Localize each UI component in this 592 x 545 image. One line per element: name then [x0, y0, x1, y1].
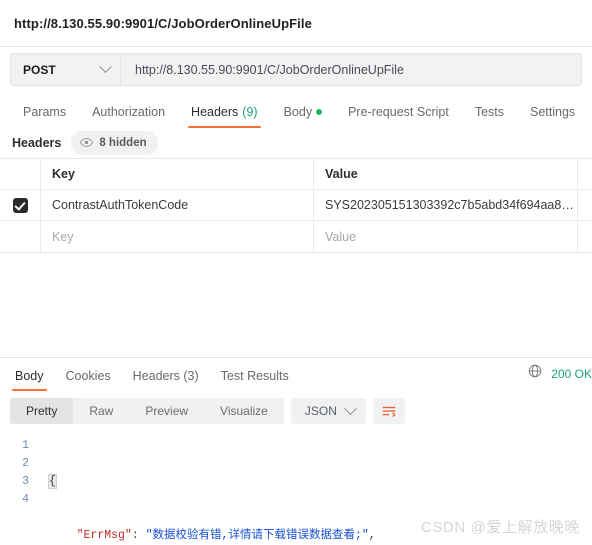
wrap-text-button[interactable] — [372, 398, 405, 424]
json-colon: : — [131, 529, 146, 542]
view-mode-preview[interactable]: Preview — [129, 398, 204, 424]
response-tab-body[interactable]: Body — [4, 369, 55, 391]
http-method-label: POST — [23, 62, 56, 77]
response-tab-test-results[interactable]: Test Results — [210, 369, 300, 391]
request-tabs: Params Authorization Headers (9) Body Pr… — [0, 92, 592, 128]
request-url-row: POST http://8.130.55.90:9901/C/JobOrderO… — [0, 47, 592, 92]
tab-body[interactable]: Body — [271, 105, 336, 128]
view-mode-visualize[interactable]: Visualize — [204, 398, 284, 424]
eye-icon — [80, 134, 94, 152]
tab-headers-label: Headers — [191, 105, 239, 119]
csdn-watermark: CSDN @爱上解放晚晚 — [420, 519, 580, 536]
tab-authorization-label: Authorization — [92, 105, 166, 119]
line-number-gutter: 1 2 3 4 — [0, 437, 40, 545]
column-header-value: Value — [314, 159, 578, 189]
headers-table-header-row: Key Value — [0, 159, 592, 190]
header-value-input-placeholder[interactable]: Value — [314, 221, 578, 252]
header-key-cell[interactable]: ContrastAuthTokenCode — [41, 190, 314, 220]
header-value-cell[interactable]: SYS202305151303392c7b5abd34f694aa8… — [314, 190, 578, 220]
checkbox-checked-icon — [12, 197, 28, 213]
tab-tests[interactable]: Tests — [462, 105, 517, 128]
tab-pre-request-script[interactable]: Pre-request Script — [335, 105, 462, 128]
http-method-select[interactable]: POST — [10, 53, 120, 86]
globe-icon — [528, 364, 542, 383]
json-key-errmsg: "ErrMsg" — [76, 529, 132, 542]
json-line-1: { — [48, 473, 592, 491]
hidden-headers-toggle[interactable]: 8 hidden — [71, 131, 158, 155]
body-modified-dot-icon — [316, 109, 323, 115]
response-viewer-toolbar: Pretty Raw Preview Visualize JSON — [0, 391, 592, 431]
header-description-cell[interactable] — [578, 190, 592, 220]
header-description-input-placeholder[interactable] — [578, 221, 592, 252]
tab-headers[interactable]: Headers (9) — [178, 105, 271, 128]
tab-params[interactable]: Params — [10, 105, 79, 128]
line-number: 1 — [22, 439, 29, 452]
line-number: 3 — [22, 475, 29, 488]
tab-params-label: Params — [23, 105, 67, 119]
tab-settings[interactable]: Settings — [517, 105, 588, 128]
header-enabled-checkbox[interactable] — [0, 190, 41, 220]
window-titlebar: http://8.130.55.90:9901/C/JobOrderOnline… — [0, 0, 592, 47]
response-status-area: 200 OK — [528, 364, 592, 383]
hidden-headers-count: 8 hidden — [99, 137, 147, 149]
response-tab-headers[interactable]: Headers (3) — [122, 369, 210, 391]
header-enabled-checkbox-empty[interactable] — [0, 221, 41, 252]
headers-subbar: Headers 8 hidden — [0, 128, 592, 158]
table-row[interactable]: Key Value — [0, 221, 592, 252]
tab-body-label: Body — [283, 105, 313, 119]
line-number: 2 — [22, 457, 29, 470]
page-title: http://8.130.55.90:9901/C/JobOrderOnline… — [14, 15, 312, 31]
json-value-errmsg: "数据校验有错,详情请下载错误数据查看;" — [145, 529, 369, 542]
view-mode-pretty[interactable]: Pretty — [10, 398, 74, 424]
response-format-label: JSON — [304, 404, 337, 418]
response-tabs: Body Cookies Headers (3) Test Results 20… — [0, 358, 592, 391]
headers-section-label: Headers — [12, 136, 62, 150]
tab-authorization[interactable]: Authorization — [79, 105, 178, 128]
chevron-down-icon — [344, 401, 357, 415]
postman-window: http://8.130.55.90:9901/C/JobOrderOnline… — [0, 0, 592, 545]
tab-pre-request-script-label: Pre-request Script — [348, 105, 449, 119]
json-comma: , — [368, 529, 376, 542]
tab-headers-count: (9) — [242, 105, 258, 119]
tab-settings-label: Settings — [530, 105, 576, 119]
header-row-check-column — [0, 159, 41, 189]
headers-table: Key Value ContrastAuthTokenCode SYS20230… — [0, 158, 592, 253]
header-key-input-placeholder[interactable]: Key — [41, 221, 314, 252]
request-url-input[interactable]: http://8.130.55.90:9901/C/JobOrderOnline… — [120, 53, 582, 86]
view-mode-raw[interactable]: Raw — [73, 398, 129, 424]
response-tab-cookies[interactable]: Cookies — [55, 369, 122, 391]
table-row[interactable]: ContrastAuthTokenCode SYS202305151303392… — [0, 190, 592, 221]
column-header-description — [578, 159, 592, 189]
status-badge: 200 OK — [551, 366, 592, 381]
line-number: 4 — [22, 493, 29, 506]
response-format-select[interactable]: JSON — [290, 398, 366, 424]
column-header-key: Key — [41, 159, 314, 189]
tab-tests-label: Tests — [474, 105, 504, 119]
chevron-down-icon — [99, 60, 112, 74]
request-panel-empty-area — [0, 253, 592, 357]
wrap-text-icon — [382, 406, 396, 417]
json-open-brace: { — [48, 474, 57, 489]
response-view-modes: Pretty Raw Preview Visualize — [10, 398, 284, 424]
